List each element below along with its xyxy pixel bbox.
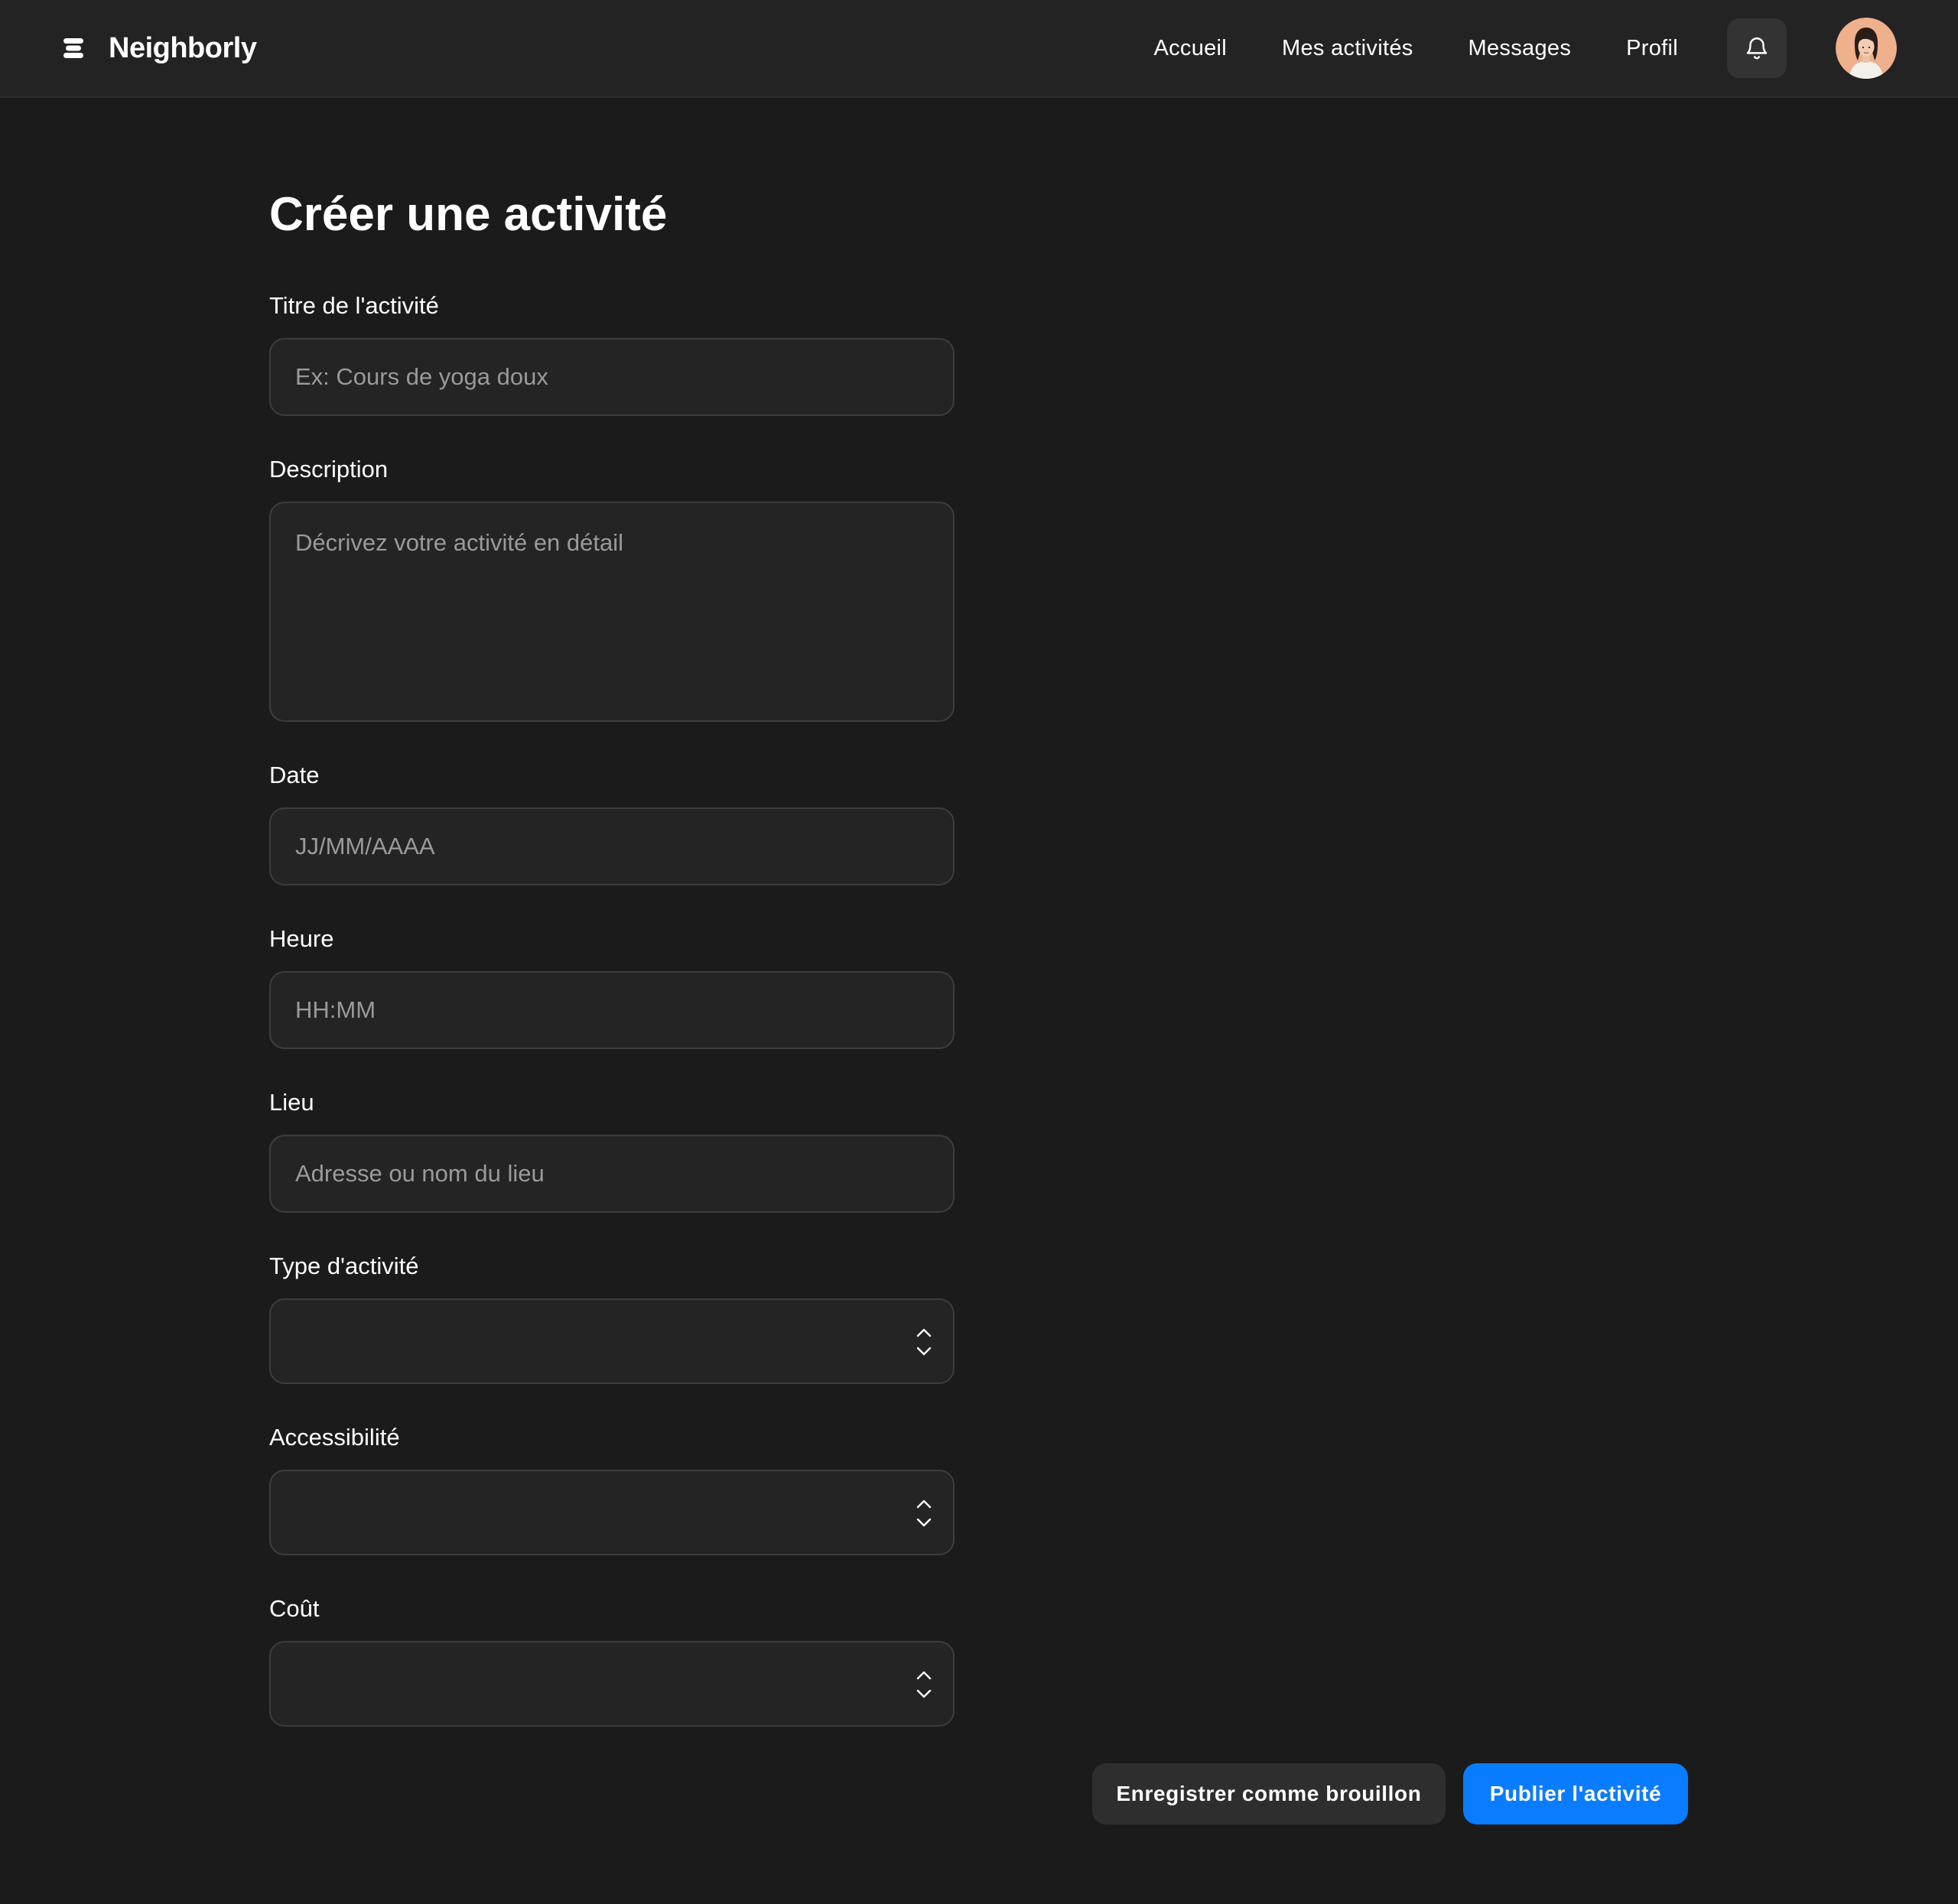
time-label: Heure: [269, 925, 334, 952]
time-input[interactable]: [269, 971, 955, 1049]
nav-link-profil[interactable]: Profil: [1626, 36, 1678, 61]
top-navigation-bar: Neighborly Accueil Mes activités Message…: [0, 0, 1958, 98]
description-label: Description: [269, 456, 389, 482]
date-input[interactable]: [269, 807, 955, 885]
publish-button[interactable]: Publier l'activité: [1463, 1763, 1688, 1824]
nav-link-mes-activites[interactable]: Mes activités: [1282, 36, 1413, 61]
chevron-up-down-icon: [916, 1499, 932, 1527]
accessibility-label: Accessibilité: [269, 1424, 400, 1451]
cost-select[interactable]: [269, 1641, 955, 1727]
title-input[interactable]: [269, 338, 955, 416]
chevron-up-down-icon: [916, 1328, 932, 1356]
main-nav: Accueil Mes activités Messages Profil: [1153, 0, 1958, 96]
avatar-image: [1836, 18, 1897, 79]
accessibility-select[interactable]: [269, 1470, 955, 1555]
title-label: Titre de l'activité: [269, 292, 439, 319]
nav-link-accueil[interactable]: Accueil: [1153, 36, 1227, 61]
bell-icon: [1746, 37, 1768, 60]
page-title: Créer une activité: [269, 188, 668, 241]
location-input[interactable]: [269, 1135, 955, 1213]
description-textarea[interactable]: [269, 502, 955, 722]
cost-label: Coût: [269, 1595, 320, 1622]
save-draft-button[interactable]: Enregistrer comme brouillon: [1092, 1763, 1446, 1824]
date-label: Date: [269, 762, 320, 788]
brand-name: Neighborly: [109, 31, 257, 64]
activity-type-label: Type d'activité: [269, 1253, 419, 1279]
chevron-up-down-icon: [916, 1671, 932, 1698]
activity-type-select[interactable]: [269, 1298, 955, 1384]
user-avatar[interactable]: [1836, 18, 1897, 79]
logo-icon: [63, 38, 83, 58]
notifications-button[interactable]: [1727, 18, 1787, 78]
brand[interactable]: Neighborly: [61, 0, 257, 96]
nav-link-messages[interactable]: Messages: [1468, 36, 1572, 61]
location-label: Lieu: [269, 1089, 314, 1116]
